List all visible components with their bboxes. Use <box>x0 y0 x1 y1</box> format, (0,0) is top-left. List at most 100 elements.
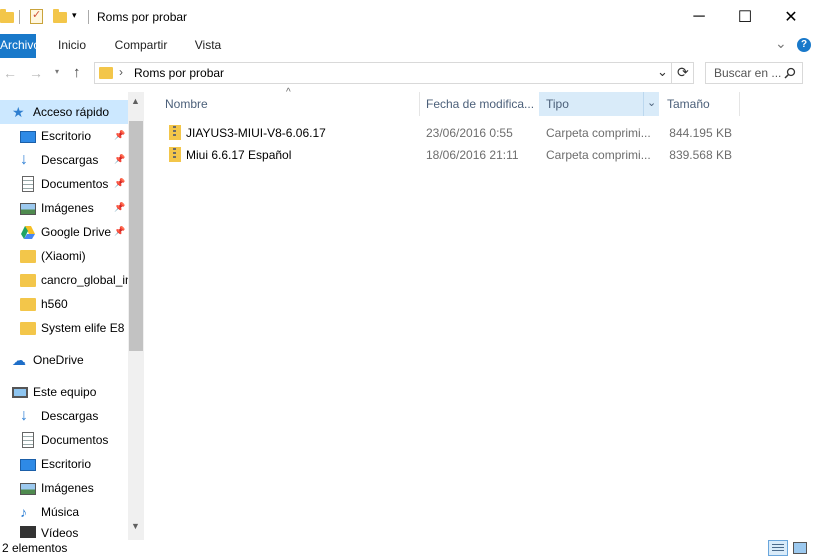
search-icon[interactable] <box>784 67 796 79</box>
music-icon: ♪ <box>20 504 27 520</box>
file-type: Carpeta comprimi... <box>546 148 651 162</box>
search-box[interactable]: Buscar en ... <box>705 62 803 84</box>
refresh-icon[interactable]: ⟳ <box>677 64 689 81</box>
file-size: 839.568 KB <box>669 148 732 162</box>
sidebar-item-label: Escritorio <box>41 457 92 471</box>
folder-icon <box>20 249 36 263</box>
back-arrow-icon[interactable]: ← <box>3 65 17 81</box>
zip-folder-icon <box>169 147 181 162</box>
title-bar: ✓ ▾ Roms por probar ─ ☐ ✕ <box>0 0 822 34</box>
tab-compartir[interactable]: Compartir <box>108 34 174 58</box>
path-current[interactable]: Roms por probar <box>134 66 224 80</box>
properties-icon[interactable]: ✓ <box>30 9 43 24</box>
file-name[interactable]: JIAYUS3-MIUI-V8-6.06.17 <box>186 122 326 144</box>
sidebar-item-label: Google Drive <box>41 225 112 239</box>
google-drive-icon <box>21 226 35 239</box>
sidebar-item-label: OneDrive <box>33 353 84 367</box>
column-filter-dropdown-icon[interactable]: ⌄ <box>647 96 656 109</box>
help-icon[interactable]: ? <box>797 38 811 52</box>
sidebar-item-label: Documentos <box>41 433 109 447</box>
tab-vista[interactable]: Vista <box>188 34 228 58</box>
column-header-fecha[interactable]: Fecha de modifica... <box>426 92 534 116</box>
video-icon <box>20 526 36 538</box>
folder-icon <box>20 273 36 287</box>
pin-icon[interactable]: 📌 <box>114 226 125 237</box>
tab-inicio[interactable]: Inicio <box>50 34 94 58</box>
folder-icon <box>0 9 14 23</box>
pictures-icon <box>20 203 36 215</box>
scroll-down-icon[interactable]: ▼ <box>131 521 140 531</box>
file-type: Carpeta comprimi... <box>546 126 651 140</box>
sidebar-item-onedrive[interactable]: ☁ OneDrive <box>12 348 140 372</box>
folder-icon <box>20 321 36 335</box>
desktop-icon <box>20 131 36 143</box>
minimize-button[interactable]: ─ <box>676 0 722 34</box>
separator <box>88 10 89 24</box>
pin-icon[interactable]: 📌 <box>114 178 125 189</box>
sidebar-item-label: System elife E8 <box>41 321 125 335</box>
forward-arrow-icon[interactable]: → <box>29 65 43 81</box>
separator <box>671 63 672 83</box>
computer-icon <box>12 387 28 398</box>
path-separator[interactable]: › <box>119 65 123 79</box>
desktop-icon <box>20 459 36 471</box>
ribbon-collapse-icon[interactable]: ⌄ <box>775 35 787 52</box>
large-icons-view-icon[interactable] <box>793 542 807 554</box>
scroll-up-icon[interactable]: ▲ <box>131 96 140 106</box>
sidebar-item-label: Descargas <box>41 153 99 167</box>
column-header-tamano[interactable]: Tamaño <box>667 92 710 116</box>
zip-folder-icon <box>169 125 181 140</box>
sidebar-item-label: Documentos <box>41 177 109 191</box>
sidebar-item-quick-access[interactable]: ★ Acceso rápido <box>12 100 140 124</box>
up-arrow-icon[interactable]: ↑ <box>73 64 81 81</box>
item-count: 2 elementos <box>2 541 68 555</box>
ribbon-tabs: Archivo Inicio Compartir Vista ⌄ ? <box>0 34 822 59</box>
file-date: 23/06/2016 0:55 <box>426 126 513 140</box>
sidebar-item-label: Música <box>41 505 80 519</box>
customize-toolbar-icon[interactable]: ▾ <box>72 10 77 21</box>
sidebar-item-label: Vídeos <box>41 526 79 540</box>
file-row[interactable]: Miui 6.6.17 Español 18/06/2016 21:11 Car… <box>164 144 744 166</box>
download-icon: ↓ <box>20 407 28 424</box>
sidebar-scroll-thumb[interactable] <box>129 121 143 351</box>
sidebar-item-label: cancro_global_in <box>41 273 128 287</box>
column-divider[interactable] <box>739 92 740 116</box>
status-bar: 2 elementos <box>0 540 822 557</box>
sidebar-item-cancro[interactable]: cancro_global_in <box>20 268 128 292</box>
address-bar[interactable]: › Roms por probar ⌄ ⟳ <box>94 62 694 84</box>
sidebar-item-system-elife[interactable]: System elife E8 <box>20 316 128 340</box>
pin-icon[interactable]: 📌 <box>114 202 125 213</box>
pin-icon[interactable]: 📌 <box>114 154 125 165</box>
pin-icon[interactable]: 📌 <box>114 130 125 141</box>
close-button[interactable]: ✕ <box>768 0 814 34</box>
sidebar-item-label: (Xiaomi) <box>41 249 86 263</box>
address-dropdown-icon[interactable]: ⌄ <box>657 64 668 80</box>
window-title: Roms por probar <box>97 10 188 24</box>
recent-locations-icon[interactable]: ▾ <box>55 67 59 76</box>
search-input[interactable]: Buscar en ... <box>714 66 781 80</box>
file-name[interactable]: Miui 6.6.17 Español <box>186 144 291 166</box>
details-view-icon[interactable] <box>768 540 788 556</box>
file-size: 844.195 KB <box>669 126 732 140</box>
column-header-nombre[interactable]: Nombre <box>165 92 208 116</box>
sidebar-item-label: Imágenes <box>41 201 94 215</box>
column-divider[interactable] <box>419 92 420 116</box>
file-row[interactable]: JIAYUS3-MIUI-V8-6.06.17 23/06/2016 0:55 … <box>164 122 744 144</box>
sidebar-item-label: Descargas <box>41 409 99 423</box>
navigation-pane: ★ Acceso rápido Escritorio ↓ Descargas D… <box>0 92 144 540</box>
pictures-icon <box>20 483 36 495</box>
file-date: 18/06/2016 21:11 <box>426 148 519 162</box>
new-folder-icon[interactable] <box>53 9 67 23</box>
sidebar-item-este-equipo[interactable]: Este equipo <box>12 380 140 404</box>
sidebar-item-label: Acceso rápido <box>33 105 110 119</box>
separator <box>19 10 20 24</box>
folder-icon <box>20 297 36 311</box>
tab-archivo[interactable]: Archivo <box>0 34 40 58</box>
sidebar-item-label: Imágenes <box>41 481 94 495</box>
sidebar-item-label: Escritorio <box>41 129 92 143</box>
sidebar-item-label: h560 <box>41 297 68 311</box>
download-icon: ↓ <box>20 151 28 168</box>
maximize-button[interactable]: ☐ <box>722 0 768 34</box>
onedrive-icon: ☁ <box>12 352 26 368</box>
column-header-tipo[interactable]: Tipo <box>546 92 569 116</box>
